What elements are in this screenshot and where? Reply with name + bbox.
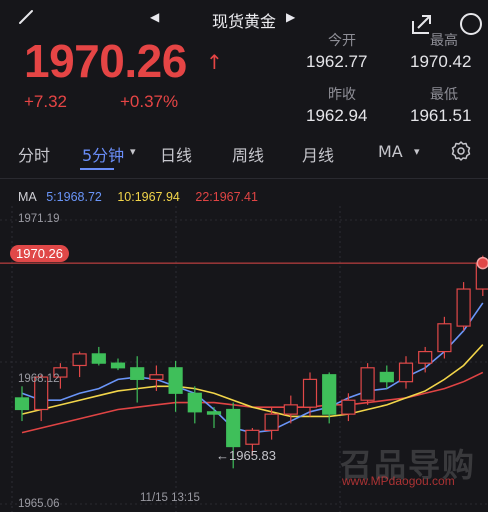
candle — [360, 363, 375, 405]
candle-body — [226, 408, 241, 448]
candle-body — [187, 392, 202, 413]
candle-body — [110, 362, 126, 369]
candle-body — [149, 374, 164, 380]
prev-close-label: 昨收 — [328, 87, 356, 103]
candle-body — [130, 367, 145, 380]
candle — [264, 407, 279, 440]
candle-body — [360, 367, 375, 401]
price-change-percent: +0.37% — [120, 92, 179, 111]
ma10-line — [21, 344, 484, 418]
candle — [302, 372, 318, 417]
candle-body — [168, 367, 183, 394]
candle-body — [245, 429, 260, 445]
top-bar: ◀ 现货黄金 ▶ — [0, 0, 488, 36]
candle — [456, 282, 471, 331]
candle — [110, 358, 126, 371]
next-symbol-arrow[interactable]: ▶ — [286, 10, 295, 24]
ma-lines — [21, 302, 484, 434]
tab-daily[interactable]: 日线 — [160, 142, 192, 166]
low-value: 1961.51 — [410, 106, 472, 125]
high-value: 1970.42 — [410, 52, 472, 71]
tab-5min[interactable]: 5分钟 — [82, 142, 124, 166]
chevron-down-icon[interactable]: ▾ — [414, 145, 420, 158]
search-icon[interactable] — [456, 10, 488, 40]
candle — [437, 316, 452, 359]
candle-body — [341, 399, 356, 415]
chevron-down-icon[interactable]: ▾ — [130, 145, 136, 158]
candle-body — [456, 288, 471, 327]
last-price: 1970.26 — [24, 35, 187, 87]
candle-body — [264, 413, 279, 431]
tab-weekly[interactable]: 周线 — [232, 142, 264, 166]
candle — [72, 351, 87, 378]
axis-bottom-label: 1965.06 — [18, 498, 60, 510]
candle-body — [72, 353, 87, 367]
ma22-line — [21, 371, 484, 434]
ma5-value: 5:1968.72 — [46, 190, 102, 204]
low-annotation: ←1965.83 — [216, 448, 276, 463]
open-value: 1962.77 — [306, 52, 368, 71]
chart-overlay — [0, 256, 488, 270]
ma22-value: 22:1967.41 — [195, 190, 258, 204]
axis-top-label: 1971.19 — [18, 213, 60, 225]
candle-body — [437, 323, 452, 353]
watermark-url: www.MPdaogou.com — [342, 474, 455, 488]
open-label: 今开 — [328, 33, 356, 49]
high-label: 最高 — [430, 33, 458, 49]
candle — [341, 393, 356, 422]
axis-mid-label: 1968.12 — [18, 373, 60, 385]
prev-close-value: 1962.94 — [306, 106, 368, 125]
candle — [14, 386, 30, 422]
candle — [130, 356, 145, 403]
price-change: +7.32 — [24, 92, 68, 111]
current-price-marker — [476, 256, 488, 270]
tab-monthly[interactable]: 月线 — [302, 142, 334, 166]
tab-timeshare[interactable]: 分时 — [18, 142, 50, 166]
current-price-tag: 1970.26 — [10, 245, 69, 262]
divider — [0, 178, 488, 179]
candle-body — [206, 411, 222, 415]
candle — [206, 407, 222, 429]
ma5-line — [21, 302, 484, 434]
candle — [398, 356, 414, 389]
candle-body — [283, 404, 298, 415]
candle-body — [302, 378, 318, 408]
candle — [91, 346, 106, 366]
candle-body — [91, 353, 106, 364]
ma10-value: 10:1967.94 — [117, 190, 180, 204]
time-label: 11/15 13:15 — [140, 492, 200, 504]
candle-body — [418, 350, 433, 364]
candle — [168, 360, 183, 412]
candle-body — [379, 371, 394, 383]
ma-legend: MA 5:1968.72 10:1967.94 22:1967.41 — [18, 190, 258, 204]
period-tabs: 分时 5分钟 ▾ 日线 周线 月线 MA ▾ — [0, 132, 488, 172]
candle-body — [322, 374, 337, 415]
gear-icon[interactable] — [450, 140, 472, 162]
candle — [418, 346, 433, 373]
active-tab-indicator — [80, 168, 114, 170]
price-up-icon: ↑ — [206, 50, 223, 74]
ma-legend-label: MA — [18, 190, 37, 204]
tab-ma[interactable]: MA — [378, 142, 403, 161]
low-label: 最低 — [430, 87, 458, 103]
candle-body — [398, 362, 414, 383]
candle-body — [14, 397, 30, 411]
